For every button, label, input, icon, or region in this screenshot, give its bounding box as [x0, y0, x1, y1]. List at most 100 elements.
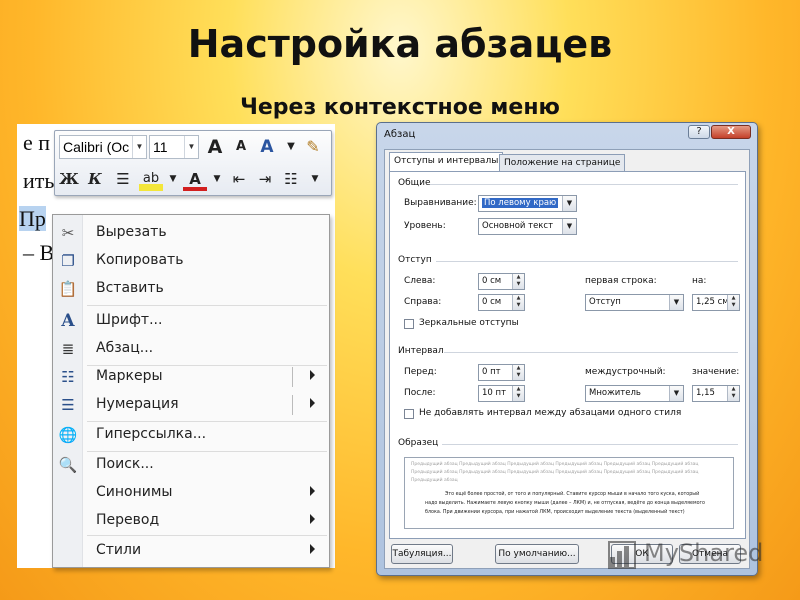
- menu-item-cut[interactable]: ✂ Вырезать: [53, 219, 329, 247]
- dialog-body: Отступы и интервалы Положение на страниц…: [384, 149, 750, 569]
- highlighter-icon: ab: [142, 171, 160, 186]
- italic-button[interactable]: К: [83, 167, 107, 191]
- chevron-down-icon: ▼: [562, 219, 576, 234]
- menu-item-paragraph[interactable]: ≣ Абзац...: [53, 335, 329, 363]
- mini-toolbar: Calibri (Ос ▼ 11 ▼ A A A ▼ ✎ Ж К ☰ ab ▼ …: [54, 130, 332, 196]
- format-painter-button[interactable]: ✎: [301, 135, 325, 159]
- level-label: Уровень:: [404, 221, 446, 231]
- dialog-title: Абзац: [384, 129, 416, 140]
- bold-button[interactable]: Ж: [57, 167, 81, 191]
- paragraph-icon: ≣: [61, 340, 75, 358]
- close-button[interactable]: X: [711, 125, 751, 139]
- styles-button[interactable]: A: [255, 135, 279, 159]
- spacing-at-label: значение:: [692, 367, 740, 377]
- menu-item-paste[interactable]: 📋 Вставить: [53, 275, 329, 303]
- menu-item-bullets[interactable]: ☷ Маркеры: [53, 363, 329, 391]
- menu-item-styles[interactable]: Стили: [53, 537, 329, 565]
- spacing-before-label: Перед:: [404, 367, 437, 377]
- spin-arrows-icon[interactable]: ▲ ▼: [512, 274, 524, 289]
- close-icon: X: [727, 126, 735, 137]
- spacing-after-label: После:: [404, 388, 436, 398]
- doc-line: е п: [23, 130, 51, 155]
- line-spacing-select[interactable]: Множитель ▼: [585, 385, 684, 402]
- alignment-select[interactable]: По левому краю ▼: [478, 195, 577, 212]
- tab-panel: Общие Выравнивание: По левому краю ▼ Уро…: [389, 171, 746, 539]
- spacing-before-input[interactable]: 0 пт ▲ ▼: [478, 364, 525, 381]
- first-line-value: Отступ: [589, 297, 621, 307]
- menu-item-font[interactable]: A Шрифт...: [53, 307, 329, 335]
- split-divider: [292, 395, 293, 415]
- font-name-combo[interactable]: Calibri (Ос ▼: [59, 135, 147, 159]
- bold-icon: Ж: [59, 170, 79, 188]
- spin-arrows-icon[interactable]: ▲ ▼: [512, 365, 524, 380]
- preview-box: Предыдущий абзац Предыдущий абзац Предыд…: [404, 457, 734, 529]
- menu-item-hyperlink[interactable]: 🌐 Гиперссылка...: [53, 421, 329, 449]
- spin-arrows-icon[interactable]: ▲ ▼: [727, 295, 739, 310]
- font-icon: A: [61, 311, 75, 331]
- highlight-button[interactable]: ab: [139, 167, 163, 191]
- level-select[interactable]: Основной текст ▼: [478, 218, 577, 235]
- doc-line: ить: [23, 168, 55, 193]
- menu-item-label: Шрифт...: [96, 312, 163, 328]
- spacing-after-input[interactable]: 10 пт ▲ ▼: [478, 385, 525, 402]
- bullets-icon: ☷: [61, 368, 75, 386]
- chevron-down-icon: ▼: [169, 174, 177, 184]
- default-button[interactable]: По умолчанию...: [495, 544, 579, 564]
- menu-item-label: Вставить: [96, 280, 164, 296]
- grow-font-button[interactable]: A: [203, 135, 227, 159]
- spin-arrows-icon[interactable]: ▲ ▼: [727, 386, 739, 401]
- menu-item-copy[interactable]: ❐ Копировать: [53, 247, 329, 275]
- menu-item-translate[interactable]: Перевод: [53, 507, 329, 535]
- styles-dropdown[interactable]: ▼: [279, 135, 303, 159]
- doc-line-selected: Пр: [19, 206, 46, 232]
- tab-line-page-breaks[interactable]: Положение на странице: [499, 154, 626, 172]
- bullets-dropdown[interactable]: ▼: [303, 167, 327, 191]
- submenu-arrow-icon[interactable]: [310, 398, 315, 408]
- submenu-arrow-icon: [310, 486, 315, 496]
- no-space-checkbox[interactable]: [404, 409, 414, 419]
- menu-item-label: Нумерация: [96, 396, 179, 412]
- spin-arrows-icon[interactable]: ▲ ▼: [512, 295, 524, 310]
- font-color-dropdown[interactable]: ▼: [205, 167, 229, 191]
- decrease-indent-button[interactable]: ⇤: [227, 167, 251, 191]
- section-indent: Отступ: [398, 255, 432, 265]
- split-divider: [292, 367, 293, 387]
- menu-separator: [87, 305, 327, 306]
- indent-right-input[interactable]: 0 см ▲ ▼: [478, 294, 525, 311]
- tabs-button[interactable]: Табуляция...: [391, 544, 453, 564]
- shrink-font-button[interactable]: A: [229, 135, 253, 159]
- font-size-combo[interactable]: 11 ▼: [149, 135, 199, 159]
- increase-indent-button[interactable]: ⇥: [253, 167, 277, 191]
- font-color-button[interactable]: A: [183, 167, 207, 191]
- spin-arrows-icon[interactable]: ▲ ▼: [512, 386, 524, 401]
- spacing-at-input[interactable]: 1,15 ▲ ▼: [692, 385, 740, 402]
- slide-subtitle: Через контекстное меню: [240, 95, 560, 120]
- preview-prev-line: Предыдущий абзац: [411, 478, 458, 483]
- first-line-select[interactable]: Отступ ▼: [585, 294, 684, 311]
- center-align-button[interactable]: ☰: [111, 167, 135, 191]
- section-divider: [430, 184, 738, 185]
- highlight-dropdown[interactable]: ▼: [161, 167, 185, 191]
- scissors-icon: ✂: [61, 224, 75, 242]
- styles-icon: A: [260, 137, 274, 157]
- submenu-arrow-icon[interactable]: [310, 370, 315, 380]
- font-size-value: 11: [153, 139, 168, 155]
- doc-line: – В: [23, 240, 55, 265]
- align-center-icon: ☰: [116, 170, 130, 188]
- search-icon: 🔍: [58, 456, 78, 474]
- section-general: Общие: [398, 178, 431, 188]
- chevron-down-icon: ▼: [184, 136, 198, 158]
- mirror-indents-checkbox[interactable]: [404, 319, 414, 329]
- indent-by-input[interactable]: 1,25 см ▲ ▼: [692, 294, 740, 311]
- indent-left-input[interactable]: 0 см ▲ ▼: [478, 273, 525, 290]
- help-button[interactable]: ?: [688, 125, 710, 139]
- menu-item-numbering[interactable]: ☰ Нумерация: [53, 391, 329, 419]
- menu-item-synonyms[interactable]: Синонимы: [53, 479, 329, 507]
- paragraph-dialog: Абзац ? X Отступы и интервалы Положение …: [376, 122, 758, 576]
- section-divider: [436, 261, 738, 262]
- menu-item-search[interactable]: 🔍 Поиск...: [53, 451, 329, 479]
- bullets-button[interactable]: ☷: [279, 167, 303, 191]
- submenu-arrow-icon: [310, 544, 315, 554]
- tab-indents-spacing[interactable]: Отступы и интервалы: [389, 152, 504, 171]
- indent-right-label: Справа:: [404, 297, 442, 307]
